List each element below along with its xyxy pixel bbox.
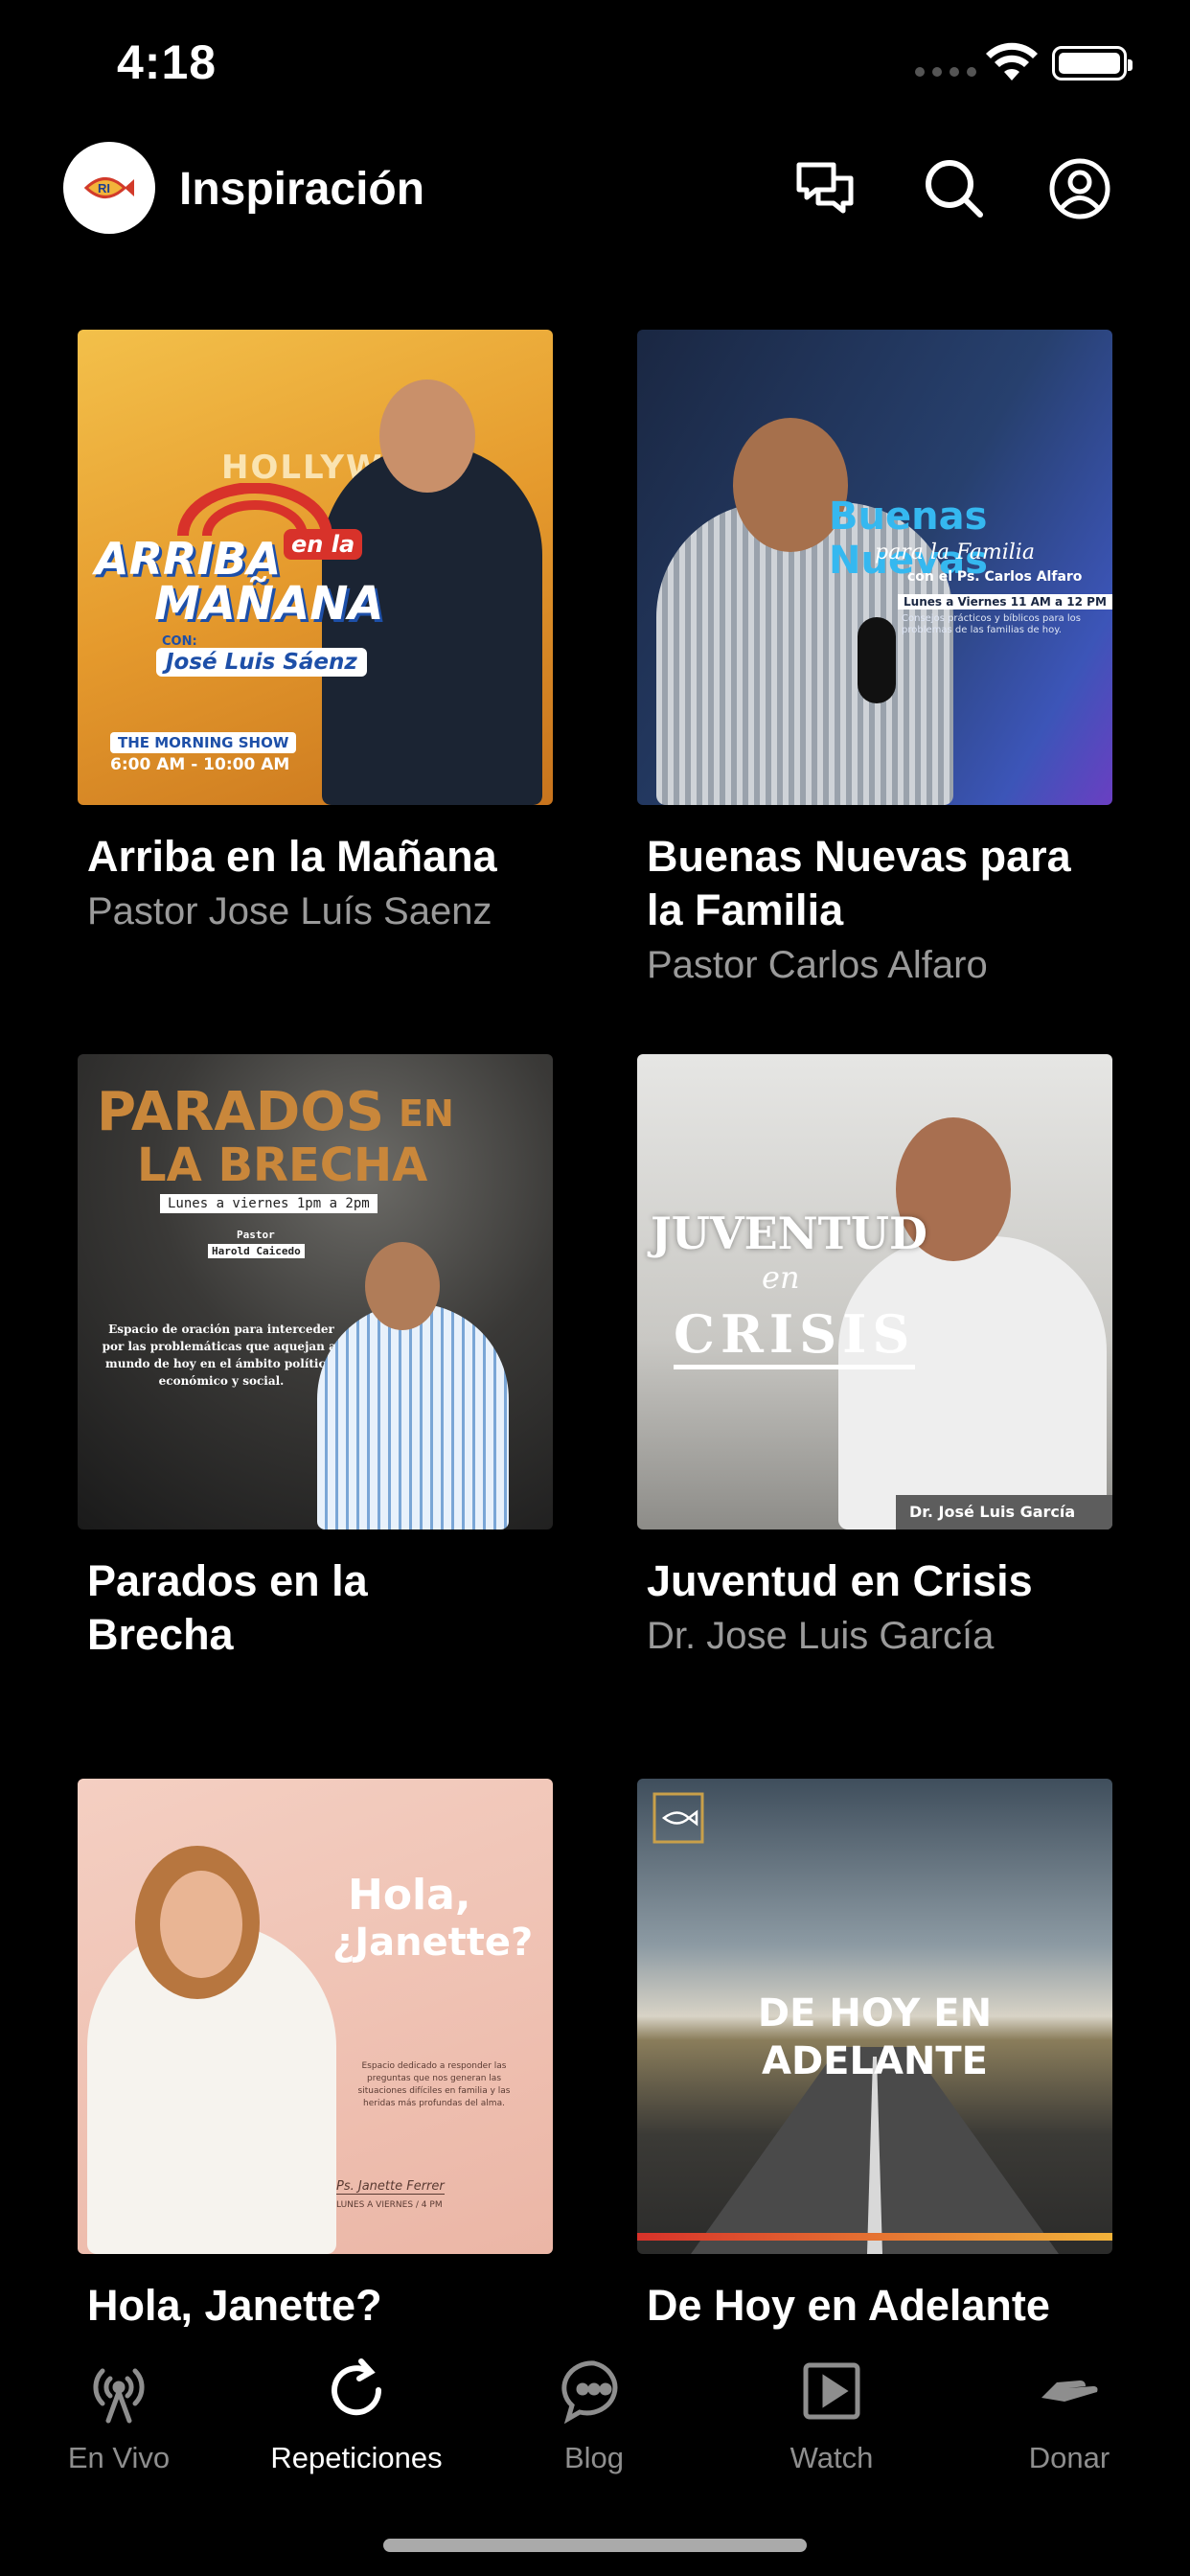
search-icon[interactable] [923,157,986,220]
logo-text: RI [98,181,110,196]
microphone-icon [858,617,896,703]
app-header: RI Inspiración [0,134,1190,249]
art-line2: LA BRECHA [137,1138,428,1192]
tab-watch[interactable]: Watch [713,2358,950,2475]
host-head [365,1242,440,1330]
profile-icon[interactable] [1048,157,1111,220]
host-head [160,1871,242,1978]
tab-en-vivo[interactable]: En Vivo [0,2358,238,2475]
art-line2: para la Familia [875,540,1035,564]
art-line1b: EN [399,1092,454,1135]
show-card-janette[interactable]: Hola, ¿Janette? Espacio dedicado a respo… [78,1779,553,2334]
art-hours: 6:00 AM - 10:00 AM [110,755,290,774]
art-host-name: Dr. José Luis García [896,1495,1112,1530]
tab-blog[interactable]: Blog [475,2358,713,2475]
show-card-buenas-nuevas[interactable]: Buenas Nuevas para la Familia con el Ps.… [637,330,1112,991]
donate-hand-icon [1041,2380,1098,2402]
show-title[interactable]: Buenas Nuevas para la Familia [647,830,1103,937]
art-show: THE MORNING SHOW [110,732,297,753]
art-with: con el Ps. Carlos Alfaro [907,569,1083,585]
art-host-name: Ps. Janette Ferrer [336,2179,445,2195]
cellular-signal-icon [915,67,976,77]
art-line1a: PARADOS [97,1081,385,1143]
art-line2: ADELANTE [761,2039,988,2083]
art-line3: CRISIS [674,1303,916,1369]
art-line1: JUVENTUD [651,1208,927,1259]
replay-icon [332,2358,382,2416]
art-line1: Hola, [348,1871,471,1920]
art-line2: MAÑANA [154,577,384,631]
show-card-de-hoy[interactable]: DE HOY EN ADELANTE De Hoy en Adelante [637,1779,1112,2334]
art-desc: Espacio dedicado a responder las pregunt… [357,2061,511,2108]
accent-stripe [637,2233,1112,2241]
art-line1: DE HOY EN [757,1991,993,2036]
show-artwork[interactable]: HOLLYWOOD ARRIBA en la MAÑANA CON: José … [78,330,553,805]
chat-bubble-icon [561,2360,618,2425]
show-card-arriba[interactable]: HOLLYWOOD ARRIBA en la MAÑANA CON: José … [78,330,553,937]
chat-icon[interactable] [795,157,858,220]
art-days: Lunes a viernes 1pm a 2pm [160,1194,378,1213]
art-badge: en la [284,529,363,560]
tab-label: Watch [790,2441,874,2474]
art-days: Lunes a Viernes 11 AM a 12 PM [898,594,1112,610]
host-head [379,380,475,493]
play-icon [803,2362,860,2420]
show-host: Pastor Jose Luís Saenz [87,890,492,932]
host-photo [838,1236,1107,1530]
art-con: CON: [162,634,197,649]
show-title[interactable]: Juventud en Crisis [647,1554,1103,1608]
antenna-icon [93,2368,145,2424]
show-host: Dr. Jose Luis García [647,1615,995,1657]
art-host-name: José Luis Sáenz [156,648,367,677]
page-title: Inspiración [179,164,425,215]
show-title[interactable]: De Hoy en Adelante [647,2279,1103,2333]
tab-label: En Vivo [67,2441,171,2474]
show-artwork[interactable]: DE HOY EN ADELANTE [637,1779,1112,2254]
wifi-icon [986,42,1038,80]
art-host-name: Harold Caicedo [208,1244,305,1258]
home-indicator[interactable] [383,2539,807,2552]
status-bar: 4:18 [0,0,1190,134]
tab-label: Repeticiones [270,2441,443,2474]
art-days: LUNES A VIERNES / 4 PM [336,2200,443,2210]
show-card-parados[interactable]: PARADOS EN LA BRECHA Lunes a viernes 1pm… [78,1054,553,1664]
tab-label: Blog [563,2441,625,2474]
show-artwork[interactable]: Buenas Nuevas para la Familia con el Ps.… [637,330,1112,805]
show-title[interactable]: Arriba en la Mañana [87,830,543,884]
art-desc: Consejos prácticos y bíblicos para los p… [902,613,1082,635]
show-title[interactable]: Hola, Janette? [87,2279,543,2333]
show-artwork[interactable]: PARADOS EN LA BRECHA Lunes a viernes 1pm… [78,1054,553,1530]
tab-label: Donar [1028,2441,1110,2474]
fish-logo-icon: RI [83,177,134,198]
fish-logo-icon [652,1792,704,1844]
tab-donar[interactable]: Donar [950,2358,1188,2475]
app-logo[interactable]: RI [63,142,155,234]
show-card-juventud[interactable]: JUVENTUD en CRISIS Dr. José Luis García … [637,1054,1112,1662]
battery-icon [1052,46,1133,80]
host-photo [317,1303,509,1530]
show-artwork[interactable]: Hola, ¿Janette? Espacio dedicado a respo… [78,1779,553,2254]
tab-repeticiones[interactable]: Repeticiones [238,2358,475,2475]
status-time: 4:18 [117,35,217,89]
show-artwork[interactable]: JUVENTUD en CRISIS Dr. José Luis García [637,1054,1112,1530]
art-line2: en [762,1259,800,1296]
art-pastor: Pastor [237,1229,275,1241]
show-title[interactable]: Parados en la Brecha [87,1554,375,1662]
art-desc: Espacio de oración para interceder por l… [102,1322,341,1388]
art-line2: ¿Janette? [332,1920,534,1965]
show-host: Pastor Carlos Alfaro [647,944,988,986]
